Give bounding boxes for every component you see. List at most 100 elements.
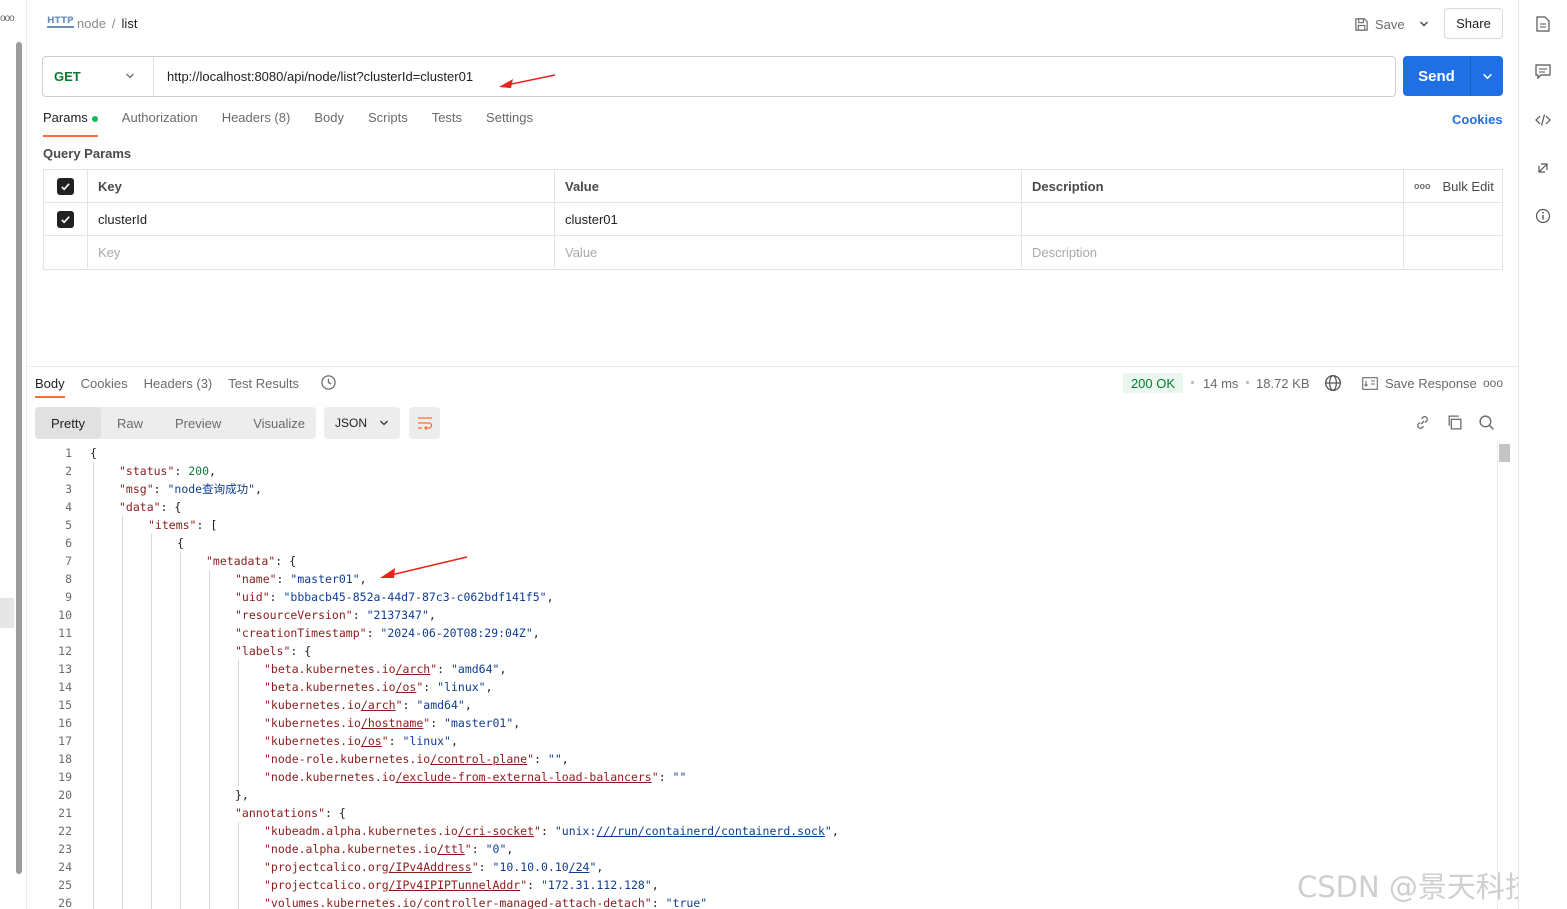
line-number: 24 — [58, 860, 72, 874]
params-active-dot — [91, 115, 98, 122]
tab-response-headers[interactable]: Headers (3) — [144, 376, 213, 396]
cookies-link[interactable]: Cookies — [1452, 112, 1503, 127]
query-params-title: Query Params — [43, 146, 132, 161]
more-icon[interactable]: ooo — [1414, 181, 1431, 191]
new-description-field[interactable]: Description — [1022, 236, 1404, 268]
code-text: { — [177, 536, 184, 550]
param-key-field[interactable]: clusterId — [88, 203, 555, 235]
view-pretty-button[interactable]: Pretty — [35, 407, 101, 439]
line-number: 19 — [58, 770, 72, 784]
view-preview-button[interactable]: Preview — [159, 407, 237, 439]
code-text: }, — [235, 788, 249, 802]
tab-scripts[interactable]: Scripts — [368, 110, 408, 130]
line-number: 2 — [65, 464, 72, 478]
save-response-icon — [1362, 377, 1378, 390]
status-badge[interactable]: 200 OK — [1123, 373, 1183, 393]
line-number: 22 — [58, 824, 72, 838]
table-row: clusterId cluster01 — [44, 203, 1502, 236]
line-number: 25 — [58, 878, 72, 892]
new-value-field[interactable]: Value — [555, 236, 1022, 268]
save-button[interactable]: Save — [1354, 12, 1405, 36]
param-checkbox[interactable] — [57, 210, 74, 228]
wrap-lines-icon — [417, 417, 432, 430]
code-line: 4 "data": { — [27, 498, 1487, 516]
bulk-edit-button[interactable]: ooo Bulk Edit — [1404, 170, 1502, 202]
line-number: 21 — [58, 806, 72, 820]
tab-params[interactable]: Params — [43, 110, 98, 137]
tab-test-results[interactable]: Test Results — [228, 376, 299, 396]
code-text: "labels": { — [235, 644, 312, 658]
code-line: 1{ — [27, 444, 1487, 462]
response-body-editor[interactable]: 1{2 "status": 200, 3 "msg": "node查询成功", 4 "da… — [27, 443, 1487, 909]
documentation-icon[interactable] — [1533, 14, 1553, 34]
code-line: 3 "msg": "node查询成功", — [27, 480, 1487, 498]
http-icon: HTTP — [47, 16, 74, 28]
tab-response-body[interactable]: Body — [35, 376, 65, 398]
editor-scroll-thumb[interactable] — [1499, 444, 1510, 462]
comments-icon[interactable] — [1533, 61, 1553, 81]
code-icon[interactable] — [1533, 110, 1553, 130]
response-divider[interactable] — [27, 366, 1518, 367]
wrap-lines-button[interactable] — [409, 407, 440, 439]
code-line: 19 "node.kubernetes.io/exclude-from-exter… — [27, 768, 1487, 786]
view-visualize-button[interactable]: Visualize — [237, 407, 321, 439]
save-icon — [1355, 17, 1368, 31]
tab-body[interactable]: Body — [314, 110, 344, 130]
line-number: 9 — [65, 590, 72, 604]
related-collections-icon[interactable] — [1533, 158, 1553, 178]
breadcrumb-current[interactable]: list — [122, 16, 138, 31]
save-response-label: Save Response — [1385, 376, 1477, 391]
tab-response-cookies[interactable]: Cookies — [81, 376, 128, 396]
search-icon[interactable] — [1478, 414, 1495, 431]
editor-scrollbar[interactable] — [1497, 443, 1510, 909]
tab-headers[interactable]: Headers (8) — [222, 110, 291, 130]
row-spacer — [1404, 203, 1502, 235]
method-label: GET — [54, 69, 81, 84]
line-number: 13 — [58, 662, 72, 676]
more-icon[interactable]: ooo — [1483, 376, 1503, 390]
response-size[interactable]: 18.72 KB — [1256, 376, 1310, 391]
code-text: "beta.kubernetes.io/arch": "amd64", — [264, 662, 507, 676]
breadcrumb-parent[interactable]: node — [77, 16, 106, 31]
send-options-button[interactable] — [1471, 56, 1503, 96]
save-label: Save — [1375, 16, 1405, 32]
more-icon[interactable]: ooo — [0, 13, 15, 24]
code-line: 11 "creationTimestamp": "2024-06-20T08:29… — [27, 624, 1487, 642]
view-raw-button[interactable]: Raw — [101, 407, 159, 439]
history-icon[interactable] — [320, 374, 337, 391]
annotation-arrow — [380, 556, 468, 578]
code-line: 6{ — [27, 534, 1487, 552]
send-button[interactable]: Send — [1403, 56, 1503, 96]
info-icon[interactable] — [1533, 206, 1553, 226]
code-line: 9 "uid": "bbbacb45-852a-44d7-87c3-c062bdf… — [27, 588, 1487, 606]
format-select[interactable]: JSON — [324, 407, 400, 439]
line-number: 17 — [58, 734, 72, 748]
code-line: 14 "beta.kubernetes.io/os": "linux", — [27, 678, 1487, 696]
select-all-checkbox[interactable] — [57, 177, 74, 195]
code-line: 20}, — [27, 786, 1487, 804]
param-description-field[interactable] — [1022, 203, 1404, 235]
new-key-field[interactable]: Key — [88, 236, 555, 268]
save-options-button[interactable] — [1415, 12, 1433, 36]
indent-guide — [180, 552, 181, 909]
copy-icon[interactable] — [1446, 414, 1463, 431]
view-mode-bar: Pretty Raw Preview Visualize — [35, 407, 316, 439]
globe-icon[interactable] — [1324, 374, 1342, 392]
line-number: 18 — [58, 752, 72, 766]
response-time[interactable]: 14 ms — [1203, 376, 1238, 391]
sidebar-scrollbar[interactable] — [16, 42, 22, 874]
param-value-field[interactable]: cluster01 — [555, 203, 1022, 235]
share-button[interactable]: Share — [1444, 8, 1503, 39]
chevron-down-icon — [1482, 73, 1492, 79]
request-workspace: HTTP node / list Save Share GET http://loc… — [27, 0, 1563, 909]
link-icon[interactable] — [1414, 414, 1431, 431]
url-input[interactable]: http://localhost:8080/api/node/list?clus… — [167, 69, 473, 84]
save-response-button[interactable]: Save Response — [1362, 376, 1477, 391]
tab-settings[interactable]: Settings — [486, 110, 533, 130]
method-select[interactable]: GET — [43, 57, 154, 96]
tab-tests[interactable]: Tests — [432, 110, 462, 130]
tab-authorization[interactable]: Authorization — [122, 110, 198, 130]
line-number: 12 — [58, 644, 72, 658]
table-row-new: Key Value Description — [44, 236, 1502, 269]
breadcrumb-separator: / — [111, 16, 116, 31]
